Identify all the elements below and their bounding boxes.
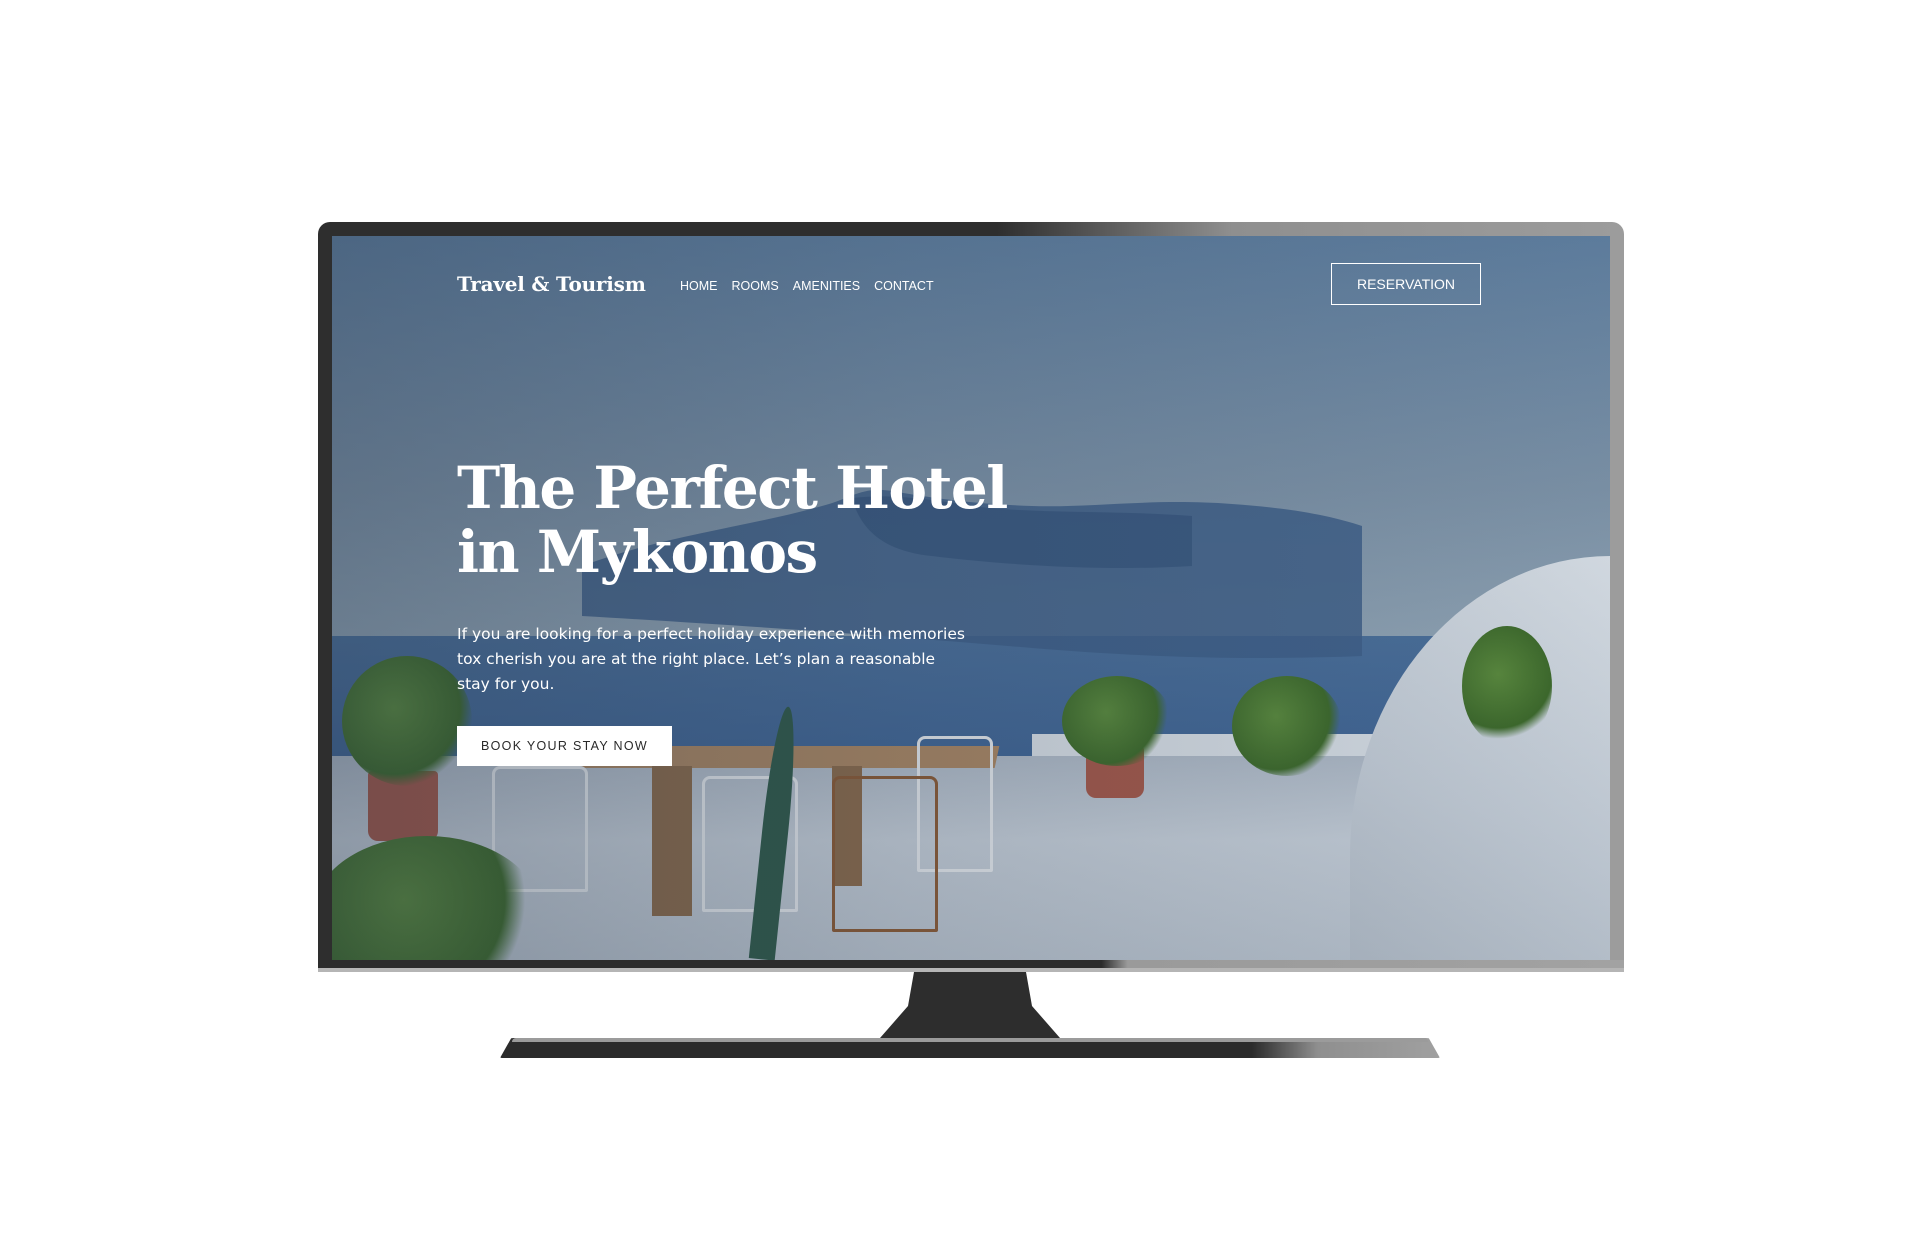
nav-item-contact[interactable]: CONTACT bbox=[874, 279, 934, 293]
monitor-base-top bbox=[512, 1038, 1428, 1042]
book-stay-button[interactable]: BOOK YOUR STAY NOW bbox=[457, 726, 672, 766]
nav-item-rooms[interactable]: ROOMS bbox=[732, 279, 779, 293]
site-logo[interactable]: Travel & Tourism bbox=[457, 272, 646, 296]
hero-title: The Perfect Hotel in Mykonos bbox=[457, 456, 1017, 584]
monitor-screen: Travel & Tourism HOME ROOMS AMENITIES CO… bbox=[332, 236, 1610, 960]
monitor-neck bbox=[880, 972, 1060, 1038]
mockup-stage: Travel & Tourism HOME ROOMS AMENITIES CO… bbox=[0, 0, 1920, 1257]
nav-item-amenities[interactable]: AMENITIES bbox=[793, 279, 860, 293]
hero-overlay bbox=[332, 236, 1610, 960]
hero-title-line-2: in Mykonos bbox=[457, 518, 818, 586]
reservation-button[interactable]: RESERVATION bbox=[1331, 263, 1481, 305]
nav-item-home[interactable]: HOME bbox=[680, 279, 718, 293]
main-nav: HOME ROOMS AMENITIES CONTACT bbox=[680, 279, 934, 293]
hero-description: If you are looking for a perfect holiday… bbox=[457, 625, 965, 693]
hero-title-line-1: The Perfect Hotel bbox=[457, 454, 1008, 522]
